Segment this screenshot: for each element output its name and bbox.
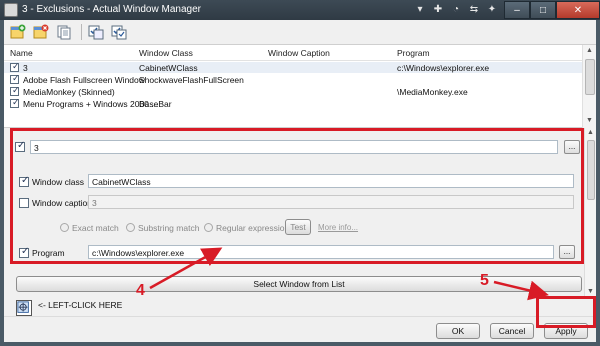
details-scrollbar[interactable]: ▲ ▼ — [584, 128, 596, 298]
row-checkbox[interactable] — [10, 97, 20, 108]
regular-expression-radio[interactable] — [204, 223, 213, 232]
list-header: Name Window Class Window Caption Program — [4, 45, 582, 61]
add-exclusion-button[interactable] — [8, 23, 28, 41]
row-checkbox[interactable] — [10, 73, 20, 84]
window-title: 3 - Exclusions - Actual Window Manager — [22, 4, 201, 15]
row-checkbox[interactable] — [10, 85, 20, 96]
substring-match-radio[interactable] — [126, 223, 135, 232]
move-to-monitor-icon[interactable]: ⇆ — [468, 4, 480, 16]
window-class-checkbox[interactable] — [19, 175, 29, 187]
browse-program-button[interactable]: ... — [559, 245, 575, 259]
check-all-button[interactable] — [86, 23, 106, 41]
window-caption-field[interactable]: 3 — [88, 195, 574, 209]
copy-icon — [57, 25, 71, 40]
row-class: BaseBar — [139, 99, 172, 109]
title-bar[interactable]: 3 - Exclusions - Actual Window Manager ▾… — [0, 0, 600, 20]
list-item[interactable]: 3 CabinetWClass c:\Windows\explorer.exe — [4, 61, 582, 73]
delete-window-icon — [33, 24, 49, 39]
window-class-field[interactable]: CabinetWClass — [88, 174, 574, 188]
row-class: CabinetWClass — [139, 63, 198, 73]
exact-match-radio[interactable] — [60, 223, 69, 232]
scroll-down-arrow-icon[interactable]: ▼ — [587, 288, 594, 295]
uncheck-all-icon — [111, 25, 127, 40]
window-caption-label: Window caption — [32, 198, 93, 208]
row-class: ShockwaveFlashFullScreen — [139, 75, 244, 85]
transparency-icon[interactable]: ◔ — [450, 4, 462, 16]
select-window-from-list-button[interactable]: Select Window from List — [16, 276, 582, 292]
dialog-button-bar: OK Cancel Apply — [4, 316, 596, 342]
window-caption-checkbox[interactable] — [19, 198, 29, 208]
exact-match-label: Exact match — [72, 223, 119, 233]
name-options-button[interactable]: ... — [564, 140, 580, 154]
toolbar-separator — [81, 24, 82, 40]
scroll-thumb[interactable] — [587, 140, 595, 200]
column-header-name[interactable]: Name — [10, 48, 33, 58]
list-scrollbar[interactable]: ▲ ▼ — [582, 45, 596, 129]
enabled-checkbox[interactable] — [15, 140, 25, 152]
ok-button[interactable]: OK — [436, 323, 480, 339]
window-class-label: Window class — [32, 177, 84, 187]
window-frame: 3 - Exclusions - Actual Window Manager ▾… — [0, 0, 600, 346]
row-checkbox[interactable] — [10, 61, 20, 72]
scroll-down-arrow-icon[interactable]: ▼ — [586, 117, 593, 124]
dialog-client: Name Window Class Window Caption Program… — [4, 20, 596, 342]
program-checkbox[interactable] — [19, 246, 29, 258]
highlight-box-apply — [536, 296, 596, 328]
scroll-thumb[interactable] — [585, 59, 595, 95]
exclusion-name-field[interactable]: 3 — [30, 140, 558, 154]
row-name: 3 — [23, 63, 28, 73]
crosshair-target-icon[interactable] — [16, 300, 32, 316]
copy-exclusion-button[interactable] — [54, 23, 74, 41]
annotation-number-5: 5 — [480, 272, 489, 289]
regular-expression-label: Regular expression — [216, 223, 290, 233]
minimize-button[interactable]: – — [504, 1, 530, 19]
scroll-up-arrow-icon[interactable]: ▲ — [587, 129, 594, 136]
check-all-icon — [88, 25, 104, 40]
close-button[interactable]: ✕ — [556, 1, 600, 19]
titlebar-controls: ▾ ✚ ◔ ⇆ ✦ – □ ✕ — [414, 0, 600, 20]
exclusion-details: 3 ... Window class CabinetWClass Window … — [4, 128, 596, 298]
column-header-program[interactable]: Program — [397, 48, 430, 58]
app-icon — [4, 3, 18, 17]
menu-arrow-icon[interactable]: ▾ — [414, 4, 426, 16]
program-label: Program — [32, 248, 65, 258]
row-name: MediaMonkey (Skinned) — [23, 87, 115, 97]
annotation-number-4: 4 — [136, 282, 145, 299]
list-item[interactable]: Adobe Flash Fullscreen Window ShockwaveF… — [4, 73, 582, 85]
stay-on-top-icon[interactable]: ✦ — [486, 4, 498, 16]
left-click-hint: <- LEFT-CLICK HERE — [38, 300, 123, 310]
uncheck-all-button[interactable] — [109, 23, 129, 41]
exclusion-list[interactable]: Name Window Class Window Caption Program… — [4, 44, 596, 129]
toolbar — [4, 20, 596, 44]
scroll-up-arrow-icon[interactable]: ▲ — [586, 47, 593, 54]
row-program: c:\Windows\explorer.exe — [397, 63, 490, 73]
cancel-button[interactable]: Cancel — [490, 323, 534, 339]
test-button[interactable]: Test — [285, 219, 311, 235]
program-field[interactable]: c:\Windows\explorer.exe — [88, 245, 554, 259]
pin-icon[interactable]: ✚ — [432, 4, 444, 16]
maximize-button[interactable]: □ — [530, 1, 556, 19]
list-item[interactable]: MediaMonkey (Skinned) \MediaMonkey.exe — [4, 85, 582, 97]
substring-match-label: Substring match — [138, 223, 200, 233]
column-header-window-class[interactable]: Window Class — [139, 48, 193, 58]
delete-exclusion-button[interactable] — [31, 23, 51, 41]
add-window-icon — [10, 24, 26, 39]
list-item[interactable]: Menu Programs + Windows 2000 ... BaseBar — [4, 97, 582, 109]
column-header-window-caption[interactable]: Window Caption — [268, 48, 330, 58]
row-name: Adobe Flash Fullscreen Window — [23, 75, 145, 85]
more-info-link[interactable]: More info... — [318, 223, 358, 232]
row-program: \MediaMonkey.exe — [397, 87, 468, 97]
